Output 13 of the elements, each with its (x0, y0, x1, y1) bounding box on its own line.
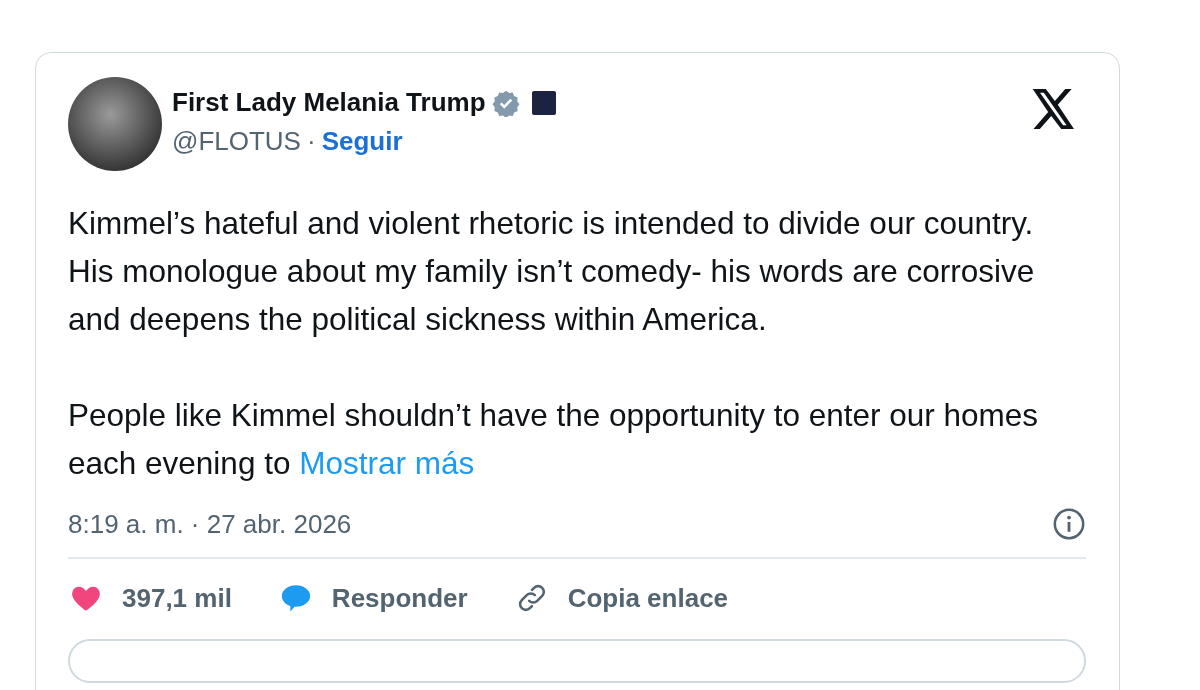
timestamp[interactable]: 8:19 a. m. · 27 abr. 2026 (68, 508, 352, 540)
x-logo-icon[interactable] (1032, 89, 1076, 129)
follow-link[interactable]: Seguir (321, 126, 403, 157)
affiliation-icon (531, 90, 556, 115)
author-handle[interactable]: @FLOTUS (172, 126, 301, 157)
separator-dot: · (306, 126, 316, 157)
info-icon[interactable] (1052, 507, 1086, 541)
tweet-text: People like Kimmel shouldn’t have the opportunity to enter our homes each evening to Mostrar más (68, 396, 1040, 483)
tweet-text: Kimmel’s hateful and violent rhetoric is intended to divide our country. His monologue about my family isn’t comedy- his words are corrosive and deepens the political sickness within America. (68, 204, 1036, 339)
like-button[interactable]: 397,1 mil (68, 581, 232, 615)
copy-link-button[interactable]: Copia enlace (513, 581, 729, 615)
reply-button[interactable]: Responder (277, 581, 468, 615)
author-name[interactable]: First Lady Melania Trump (172, 87, 486, 118)
